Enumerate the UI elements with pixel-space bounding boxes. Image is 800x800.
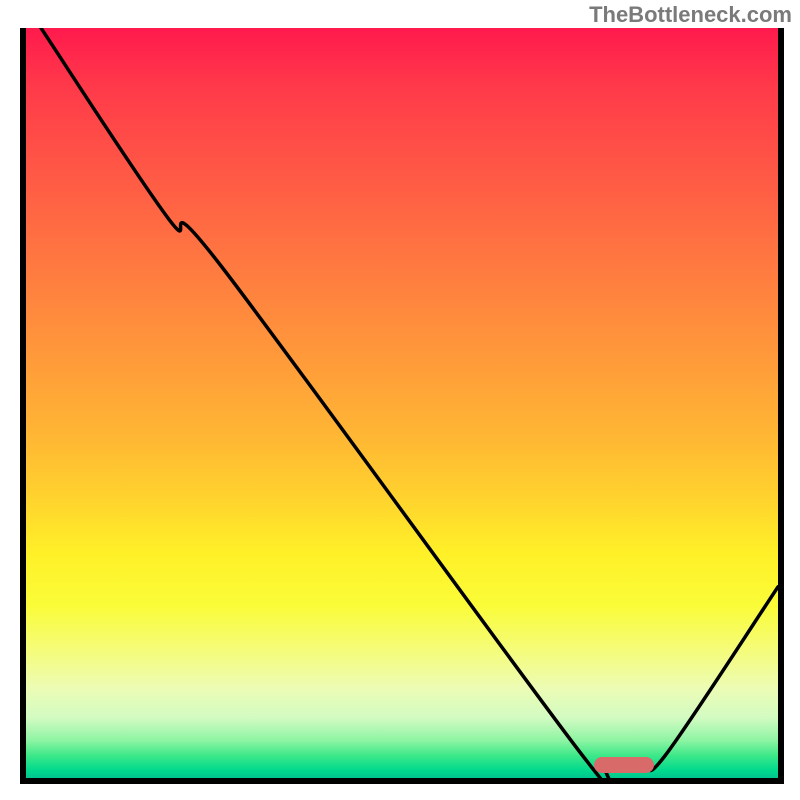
curve-svg — [26, 28, 778, 778]
watermark-text: TheBottleneck.com — [589, 2, 792, 28]
optimum-marker — [594, 757, 654, 773]
plot-frame — [20, 28, 784, 784]
bottleneck-curve-path — [41, 28, 778, 778]
plot-area — [26, 28, 778, 778]
